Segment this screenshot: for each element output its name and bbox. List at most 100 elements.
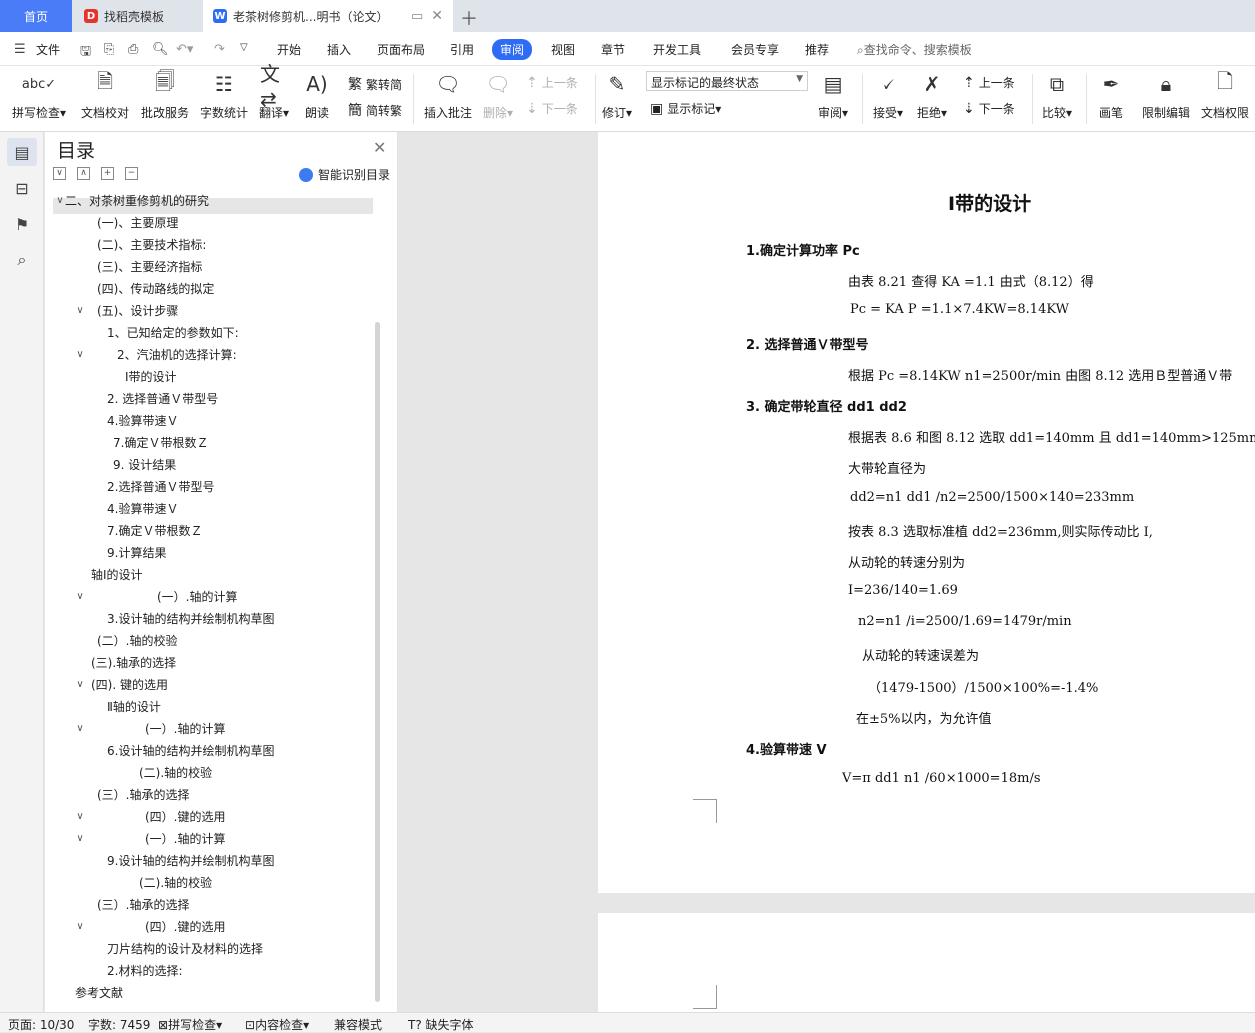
menu-devtools[interactable]: 开发工具 (653, 41, 701, 58)
toc-item[interactable]: (三）.轴承的选择 (97, 894, 190, 916)
restrict-edit-button[interactable]: 🔒︎ 限制编辑 (1142, 70, 1190, 121)
missing-font-button[interactable]: T? 缺失字体 (408, 1016, 474, 1033)
spell-check-button[interactable]: abc✓ 拼写检查▾ (12, 70, 66, 121)
toc-item[interactable]: (四）.键的选用 (145, 916, 226, 938)
preview-icon[interactable]: 🔍︎ (152, 42, 169, 57)
tab-window-icon[interactable]: ▭ (411, 9, 423, 24)
toc-item[interactable]: 2.材料的选择: (107, 960, 183, 982)
toc-item[interactable]: (二).轴的校验 (139, 872, 212, 894)
bookmark-icon[interactable]: ⚑ (7, 210, 37, 238)
prev-change-button[interactable]: ⇡ 上一条 (963, 74, 1015, 91)
toc-item[interactable]: 9.设计轴的结构并绘制机构草图 (107, 850, 274, 872)
toc-item[interactable]: 7.确定Ｖ带根数Ｚ (113, 432, 208, 454)
toc-item[interactable]: (二).轴的校验 (139, 762, 212, 784)
accept-button[interactable]: 🗸 接受▾ (873, 70, 903, 121)
toc-item[interactable]: 轴Ⅰ的设计 (91, 564, 143, 586)
toc-item[interactable]: (四). 键的选用 (91, 674, 168, 696)
read-aloud-button[interactable]: A) 朗读 (303, 70, 331, 121)
page-indicator[interactable]: 页面: 10/30 (8, 1016, 74, 1033)
toc-item[interactable]: 2. 选择普通Ｖ带型号 (107, 388, 218, 410)
remove-level-icon[interactable]: − (125, 167, 138, 180)
next-change-button[interactable]: ⇣ 下一条 (963, 100, 1015, 117)
translate-button[interactable]: 文⇄ 翻译▾ (259, 62, 289, 121)
reject-button[interactable]: ✗ 拒绝▾ (917, 70, 947, 121)
tab-template[interactable]: D 找稻壳模板 (74, 0, 199, 32)
menu-start[interactable]: 开始 (277, 41, 301, 58)
toc-item[interactable]: 3.设计轴的结构并绘制机构草图 (107, 608, 274, 630)
simp-to-trad-button[interactable]: 簡简转繁 (348, 100, 402, 120)
toc-item[interactable]: 4.验算带速Ｖ (107, 498, 178, 520)
tab-document[interactable]: W 老茶树修剪机...明书（论文） ▭ ✕ (203, 0, 453, 32)
redo-icon[interactable]: ↷ (214, 42, 225, 57)
toc-item[interactable]: 刀片结构的设计及材料的选择 (107, 938, 263, 960)
document-page[interactable]: Ⅰ带的设计 1.确定计算功率 Pc 由表 8.21 查得 KA =1.1 由式（8… (598, 132, 1255, 893)
batch-service-button[interactable]: 🗐 批改服务 (141, 69, 189, 121)
toc-item[interactable]: 7.确定Ｖ带根数Ｚ (107, 520, 202, 542)
insert-comment-button[interactable]: 🗨 插入批注 (424, 70, 472, 121)
save-icon[interactable]: 🖫 (80, 42, 91, 64)
toc-item[interactable]: (三).轴承的选择 (91, 652, 176, 674)
toc-item[interactable]: Ⅰ带的设计 (125, 366, 177, 388)
pen-button[interactable]: ✒ 画笔 (1097, 70, 1125, 121)
doc-permission-button[interactable]: 🗋 文档权限 (1201, 69, 1249, 121)
toc-item[interactable]: (五)、设计步骤 (97, 300, 178, 322)
toc-item[interactable]: 6.设计轴的结构并绘制机构草图 (107, 740, 274, 762)
toc-panel-icon[interactable]: ▤ (7, 138, 37, 166)
toc-item[interactable]: Ⅱ轴的设计 (107, 696, 161, 718)
toc-item[interactable]: 1、已知给定的参数如下: (107, 322, 239, 344)
toc-item[interactable]: 2.选择普通Ｖ带型号 (107, 476, 214, 498)
toc-item[interactable]: 9.计算结果 (107, 542, 166, 564)
review-pane-button[interactable]: ▤ 审阅▾ (818, 70, 848, 121)
menu-chapter[interactable]: 章节 (601, 41, 625, 58)
menu-file[interactable]: 文件 (36, 41, 60, 58)
chevron-down-icon[interactable]: ∨ (73, 921, 87, 932)
doc-proof-button[interactable]: 🗎 文档校对 (81, 69, 129, 121)
find-icon[interactable]: ⌕ (7, 246, 37, 274)
track-changes-button[interactable]: ✎ 修订▾ (602, 70, 632, 121)
delete-comment-button[interactable]: 🗨 删除▾ (483, 70, 513, 121)
menu-view[interactable]: 视图 (551, 41, 575, 58)
smart-toc-button[interactable]: 智能识别目录 (299, 166, 390, 183)
toc-item[interactable]: (一）.轴的计算 (157, 586, 238, 608)
word-count-indicator[interactable]: 字数: 7459 (88, 1016, 150, 1033)
toc-item[interactable]: 4.验算带速Ｖ (107, 410, 178, 432)
menu-reference[interactable]: 引用 (450, 41, 474, 58)
toc-item[interactable]: 9. 设计结果 (113, 454, 176, 476)
toc-item[interactable]: (四)、传动路线的拟定 (97, 278, 214, 300)
menu-layout[interactable]: 页面布局 (377, 41, 425, 58)
menu-review[interactable]: 审阅 (492, 39, 533, 60)
export-icon[interactable]: ⎘ (104, 42, 114, 57)
status-spell-check[interactable]: ⊠拼写检查▾ (158, 1016, 222, 1033)
command-search[interactable]: ⌕查找命令、搜索模板 (857, 41, 972, 58)
close-icon[interactable]: ✕ (373, 138, 386, 157)
add-level-icon[interactable]: + (101, 167, 114, 180)
toc-scrollbar[interactable] (375, 322, 380, 1002)
chevron-down-icon[interactable]: ∨ (73, 811, 87, 822)
toc-item[interactable]: (四）.键的选用 (145, 806, 226, 828)
chevron-down-icon[interactable]: ∨ (73, 833, 87, 844)
menu-member[interactable]: 会员专享 (731, 41, 779, 58)
print-icon[interactable]: ⎙ (128, 42, 138, 57)
tab-close-icon[interactable]: ✕ (431, 8, 443, 24)
menu-recommend[interactable]: 推荐 (805, 41, 829, 58)
toc-item[interactable]: 二、对茶树重修剪机的研究 (65, 190, 209, 212)
toc-item[interactable]: (一）.轴的计算 (145, 828, 226, 850)
tab-home[interactable]: 首页 (0, 0, 72, 32)
toc-item[interactable]: (一)、主要原理 (97, 212, 178, 234)
document-page-next[interactable] (598, 913, 1255, 1013)
show-markup-button[interactable]: ▣ 显示标记 ▾ (650, 100, 721, 117)
toc-item[interactable]: (二）.轴的校验 (97, 630, 178, 652)
toc-item[interactable]: (二)、主要技术指标: (97, 234, 206, 256)
expand-all-icon[interactable]: ∨ (53, 167, 66, 180)
chevron-down-icon[interactable]: ∨ (73, 723, 87, 734)
prev-comment-button[interactable]: ⇡ 上一条 (526, 74, 578, 91)
chevron-down-icon[interactable]: ∨ (73, 679, 87, 690)
status-content-check[interactable]: ⊡内容检查▾ (245, 1016, 309, 1033)
new-tab-icon[interactable]: ＋ (460, 5, 478, 31)
nav-pane-icon[interactable]: ⊟ (7, 174, 37, 202)
chevron-down-icon[interactable]: ∨ (73, 349, 87, 360)
trad-to-simp-button[interactable]: 繁繁转简 (348, 74, 402, 94)
compare-button[interactable]: ⧉ 比较▾ (1042, 70, 1072, 121)
customize-icon[interactable]: ▽ (240, 42, 248, 53)
toc-item[interactable]: (一）.轴的计算 (145, 718, 226, 740)
